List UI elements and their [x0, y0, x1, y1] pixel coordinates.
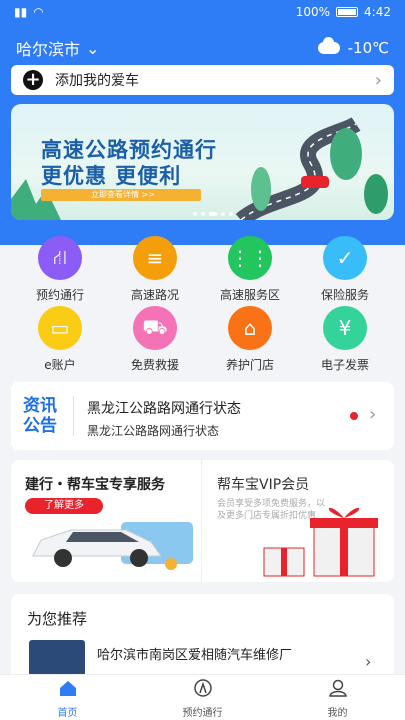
carousel-dot[interactable] — [209, 212, 217, 216]
status-bar: ▮▮ ◠ 100% 4:42 — [0, 0, 405, 24]
add-car-label: 添加我的爱车 — [55, 73, 139, 89]
divider — [73, 396, 74, 436]
notice-card[interactable]: 资讯 公告 黑龙江公路路网通行状态 黑龙江公路路网通行状态 › — [11, 382, 394, 450]
service-rescue[interactable]: ⛟ 免费救援 — [110, 306, 200, 373]
temperature: -10℃ — [347, 39, 389, 57]
service-rest-area[interactable]: ⋮⋮ 高速服务区 — [205, 236, 295, 303]
tow-car-icon: ⛟ — [133, 306, 177, 350]
promo-banner[interactable]: 高速公路预约通行 更优惠 更便利 立即查看详情 >> — [11, 104, 394, 220]
road-icon: ⛙ — [38, 236, 82, 280]
carousel-dot[interactable] — [193, 212, 197, 216]
chevron-down-icon: ⌄ — [86, 38, 100, 58]
cloud-icon — [317, 37, 340, 54]
profile-icon — [328, 679, 347, 697]
recommend-card: 为您推荐 哈尔滨市南岗区爱相随汽车维修厂 › — [11, 594, 394, 680]
app-header: 哈尔滨市 ⌄ -10℃ — [0, 34, 405, 62]
unread-dot — [350, 412, 358, 420]
service-e-account[interactable]: ▭ e账户 — [15, 306, 105, 373]
service-traffic[interactable]: ≡ 高速路况 — [110, 236, 200, 303]
city-selector[interactable]: 哈尔滨市 ⌄ — [16, 36, 99, 60]
notice-subtitle: 黑龙江公路路网通行状态 — [87, 424, 220, 438]
service-reservation[interactable]: ⛙ 预约通行 — [15, 236, 105, 303]
invoice-icon: ¥ — [323, 306, 367, 350]
battery-icon — [336, 7, 359, 17]
service-insurance[interactable]: ✓ 保险服务 — [300, 236, 390, 303]
weather: -10℃ — [317, 37, 389, 57]
utensils-icon: ⋮⋮ — [228, 236, 272, 280]
vip-title[interactable]: 帮车宝VIP会员 — [217, 474, 309, 494]
wifi-icon: ◠ — [33, 5, 44, 19]
carousel-dot[interactable] — [221, 212, 225, 216]
service-store[interactable]: ⌂ 养护门店 — [205, 306, 295, 373]
city-name: 哈尔滨市 — [16, 40, 81, 59]
promo-card: 建行・帮车宝专享服务 了解更多 帮车宝VIP会员 会员享受多项免费服务，以及更多… — [11, 460, 394, 582]
battery-percent: 100% — [295, 5, 331, 19]
chevron-right-icon[interactable]: › — [365, 652, 371, 671]
chevron-right-icon: › — [374, 69, 382, 91]
tab-home[interactable]: 首页 — [0, 675, 135, 720]
tab-reservation[interactable]: 预约通行 — [135, 675, 270, 720]
banner-subheadline: 更优惠 更便利 — [41, 164, 182, 188]
bottom-tab-bar: 首页 预约通行 我的 — [0, 674, 405, 720]
divider — [201, 460, 202, 582]
traffic-light-icon: ≡ — [133, 236, 177, 280]
carousel-indicator — [193, 212, 233, 216]
plus-icon: + — [23, 70, 43, 90]
shop-thumbnail[interactable] — [29, 640, 85, 676]
add-car-button[interactable]: + 添加我的爱车 › — [11, 65, 394, 95]
notice-title: 黑龙江公路路网通行状态 — [87, 401, 241, 417]
shop-name[interactable]: 哈尔滨市南岗区爱相随汽车维修厂 — [97, 644, 292, 663]
carousel-dot[interactable] — [229, 212, 233, 216]
service-grid: ⛙ 预约通行 ≡ 高速路况 ⋮⋮ 高速服务区 ✓ 保险服务 ▭ e账户 ⛟ 免费… — [0, 232, 405, 372]
shield-check-icon: ✓ — [323, 236, 367, 280]
chevron-right-icon: › — [369, 404, 377, 425]
store-icon: ⌂ — [228, 306, 272, 350]
wallet-icon: ▭ — [38, 306, 82, 350]
clock: 4:42 — [364, 5, 391, 19]
tab-profile[interactable]: 我的 — [270, 675, 405, 720]
signal-icon: ▮▮ — [14, 5, 28, 19]
home-icon — [59, 681, 76, 696]
recommend-title: 为您推荐 — [27, 610, 88, 628]
reservation-icon — [193, 679, 212, 697]
service-invoice[interactable]: ¥ 电子发票 — [300, 306, 390, 373]
car-card-illustration — [32, 522, 193, 570]
carousel-dot[interactable] — [201, 212, 205, 216]
banner-cta[interactable]: 立即查看详情 >> — [41, 189, 201, 201]
notice-logo: 资讯 公告 — [23, 396, 57, 436]
gift-box-illustration — [263, 507, 378, 577]
ccb-service-panel[interactable]: 建行・帮车宝专享服务 了解更多 — [11, 460, 201, 582]
